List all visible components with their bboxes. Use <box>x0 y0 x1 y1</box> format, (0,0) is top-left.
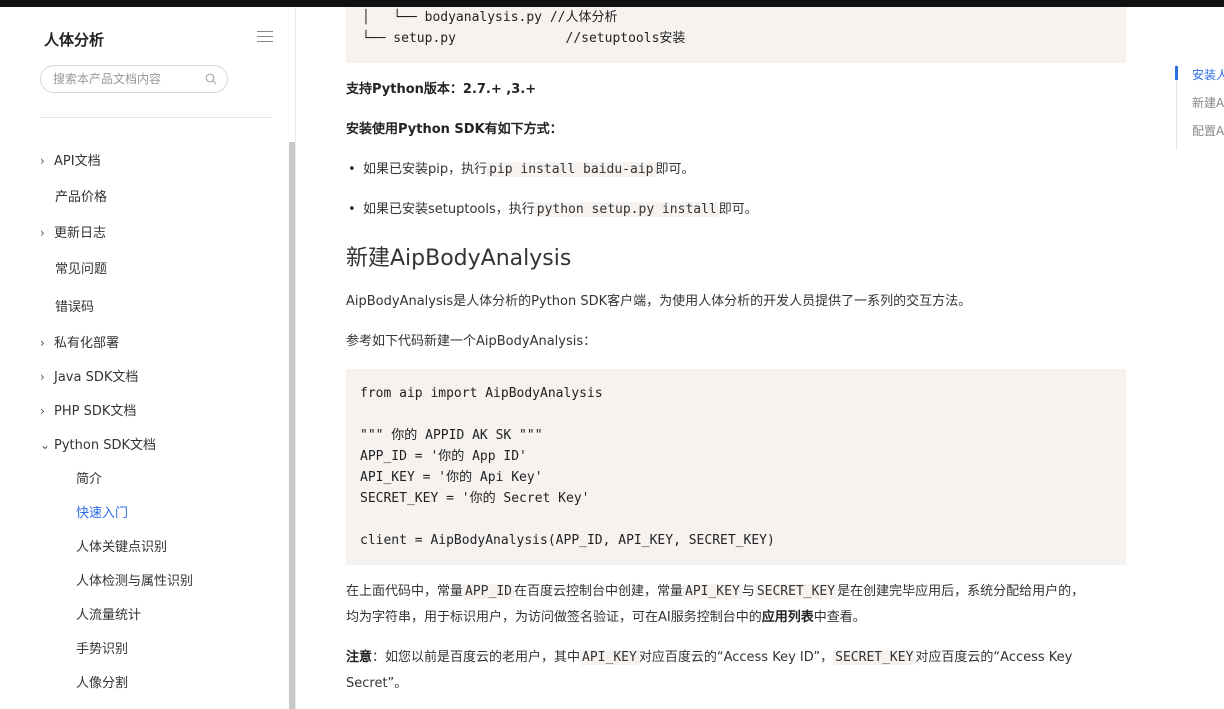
sidebar-item-python-sdk[interactable]: ⌄ Python SDK文档 <box>40 434 156 453</box>
section-heading: 新建AipBodyAnalysis <box>346 246 572 271</box>
sidebar-item-private-deploy[interactable]: › 私有化部署 <box>40 332 119 351</box>
chevron-right-icon: › <box>40 404 45 418</box>
chevron-right-icon: › <box>40 370 45 384</box>
sidebar-divider <box>40 117 272 118</box>
description-text: 在上面代码中，常量 APP_ID 在百度云控制台中创建，常量 API_KEY 与 SECR… <box>346 584 1085 625</box>
install-title: 安装使用Python SDK有如下方式： <box>346 122 563 137</box>
sidebar-item-error-codes[interactable]: 错误码 <box>55 296 94 315</box>
note-text: 注意：如您以前是百度云的老用户，其中 API_KEY 对应百度云的“Access K… <box>346 650 1073 691</box>
sidebar-item-changelog[interactable]: › 更新日志 <box>40 222 106 241</box>
search-icon[interactable] <box>205 73 217 85</box>
toc-item-new[interactable]: 新建A <box>1192 94 1224 111</box>
sidebar-title: 人体分析 <box>44 31 105 49</box>
toc-item-install[interactable]: 安装人 <box>1192 66 1224 83</box>
list-item: 如果已安装pip，执行pip install baidu-aip即可。 <box>348 160 695 180</box>
sidebar-subitem-quickstart[interactable]: 快速入门 <box>76 502 128 521</box>
chevron-right-icon: › <box>40 226 45 240</box>
window-top-bar <box>0 0 1224 7</box>
chevron-right-icon: › <box>40 154 45 168</box>
toc-active-indicator <box>1175 66 1178 80</box>
code-block-example: from aip import AipBodyAnalysis """ 你的 A… <box>346 369 1126 565</box>
list-item: 如果已安装setuptools，执行python setup.py instal… <box>348 200 758 220</box>
chevron-right-icon: › <box>40 336 45 350</box>
code-block-structure: │ └── bodyanalysis.py //人体分析 └── setup.py… <box>346 7 1126 63</box>
sidebar-subitem-keypoints[interactable]: 人体关键点识别 <box>76 536 167 555</box>
search-input[interactable]: 搜索本产品文档内容 <box>40 65 228 93</box>
intro-text: AipBodyAnalysis是人体分析的Python SDK客户端，为使用人体… <box>346 294 972 309</box>
reference-text: 参考如下代码新建一个AipBodyAnalysis： <box>346 334 597 349</box>
chevron-down-icon: ⌄ <box>40 438 51 452</box>
sidebar-item-pricing[interactable]: 产品价格 <box>55 186 107 205</box>
sidebar-item-php-sdk[interactable]: › PHP SDK文档 <box>40 400 136 419</box>
python-version-text: 支持Python版本：2.7.+ ,3.+ <box>346 82 537 97</box>
sidebar-subitem-intro[interactable]: 简介 <box>76 468 102 487</box>
sidebar: 人体分析 搜索本产品文档内容 › API文档 产品价格 › 更新日志 常见问题 错误… <box>0 7 296 709</box>
sidebar-subitem-gesture[interactable]: 手势识别 <box>76 638 128 657</box>
table-of-contents: 安装人 新建A 配置A <box>1175 64 1224 150</box>
search-placeholder: 搜索本产品文档内容 <box>53 72 162 86</box>
toc-item-config[interactable]: 配置A <box>1192 122 1224 139</box>
menu-icon[interactable] <box>257 31 273 43</box>
sidebar-subitem-detection[interactable]: 人体检测与属性识别 <box>76 570 193 589</box>
sidebar-item-java-sdk[interactable]: › Java SDK文档 <box>40 366 138 385</box>
sidebar-subitem-segmentation[interactable]: 人像分割 <box>76 672 128 691</box>
sidebar-scrollbar[interactable] <box>289 142 295 709</box>
sidebar-item-api-docs[interactable]: › API文档 <box>40 150 101 169</box>
sidebar-item-faq[interactable]: 常见问题 <box>55 258 107 277</box>
sidebar-subitem-people-count[interactable]: 人流量统计 <box>76 604 141 623</box>
